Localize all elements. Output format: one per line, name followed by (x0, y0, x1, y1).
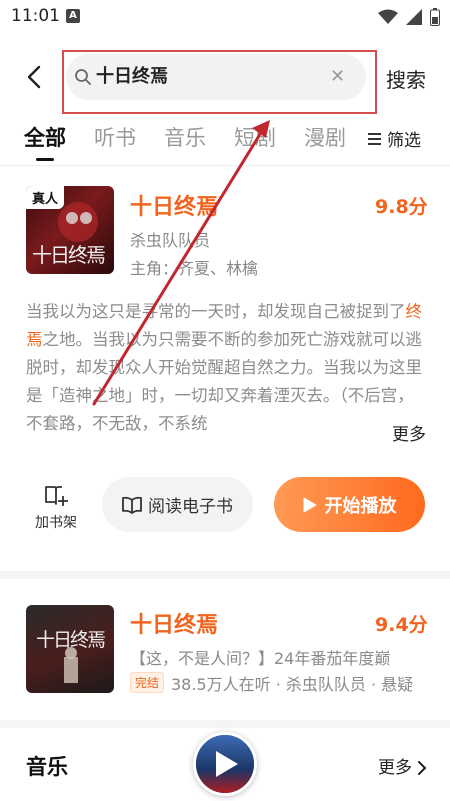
divider (0, 165, 450, 166)
book-open-icon (122, 496, 142, 514)
read-ebook-label: 阅读电子书 (148, 497, 233, 517)
book-title[interactable]: 十日终焉 (130, 189, 218, 221)
add-to-shelf-label: 加书架 (35, 515, 77, 531)
completed-badge: 完结 (130, 672, 165, 693)
bookshelf-add-icon (45, 486, 68, 506)
book-description: 当我以为这只是寻常的一天时，却发现自己被捉到了终焉之地。当我以为只需要不断的参加… (26, 298, 424, 438)
add-to-shelf-button[interactable]: 加书架 (30, 484, 82, 534)
search-button[interactable]: 搜索 (386, 64, 426, 93)
mini-player[interactable] (193, 732, 257, 796)
status-icons (378, 8, 440, 26)
tab-audiobook[interactable]: 听书 (94, 122, 136, 152)
search-highlight-box (62, 50, 377, 114)
section-separator-2 (0, 720, 450, 728)
description-more-button[interactable]: 更多 (388, 420, 426, 445)
notification-a-icon: A (66, 9, 80, 23)
cover-illustration-2 (64, 647, 78, 683)
book-cast: 主角：齐夏、林檎 (130, 259, 259, 278)
tab-all[interactable]: 全部 (24, 122, 66, 152)
status-time: 11:01 (11, 6, 60, 26)
play-icon (303, 497, 316, 512)
book-score: 9.8分 (375, 196, 428, 218)
tab-music[interactable]: 音乐 (164, 122, 206, 152)
signal-icon (406, 9, 422, 25)
book-meta-2: 38.5万人在听 · 杀虫队队员 · 悬疑 (171, 675, 414, 694)
music-more-button[interactable]: 更多 (378, 753, 427, 778)
filter-button[interactable]: 筛选 (368, 126, 421, 151)
music-section-title: 音乐 (26, 755, 68, 779)
book-author: 杀虫队队员 (130, 231, 211, 250)
book-title-2[interactable]: 十日终焉 (130, 607, 218, 639)
desc-text-2: 之地。当我以为只需要不断的参加死亡游戏就可以逃脱时，却发现众人开始觉醒超自然之力… (26, 330, 422, 433)
back-button[interactable] (20, 62, 50, 92)
book-cover-2[interactable]: 十日终焉 (26, 605, 114, 693)
back-arrow-icon (27, 65, 41, 89)
chevron-right-icon (418, 761, 427, 775)
tab-underline (36, 158, 54, 161)
wifi-icon (378, 9, 398, 24)
section-separator (0, 571, 450, 579)
book-score-2: 9.4分 (375, 614, 428, 636)
tab-comic-drama[interactable]: 漫剧 (304, 122, 346, 152)
read-ebook-button[interactable]: 阅读电子书 (102, 477, 253, 532)
play-icon (216, 751, 238, 777)
book-subtitle-2: 【这，不是人间？】24年番茄年度巅 (130, 649, 391, 668)
desc-text-1: 当我以为这只是寻常的一天时，却发现自己被捉到了 (26, 302, 406, 321)
start-play-label: 开始播放 (324, 495, 397, 517)
status-bar: 11:01 A (0, 0, 450, 34)
start-play-button[interactable]: 开始播放 (274, 477, 425, 532)
book-cover[interactable]: 真人 十日终焉 (26, 186, 114, 274)
tab-short-drama[interactable]: 短剧 (234, 122, 276, 152)
filter-label: 筛选 (387, 131, 421, 151)
battery-icon (430, 8, 440, 26)
cover-title-art: 十日终焉 (32, 243, 106, 267)
menu-lines-icon (368, 132, 381, 145)
music-more-label: 更多 (378, 758, 412, 778)
